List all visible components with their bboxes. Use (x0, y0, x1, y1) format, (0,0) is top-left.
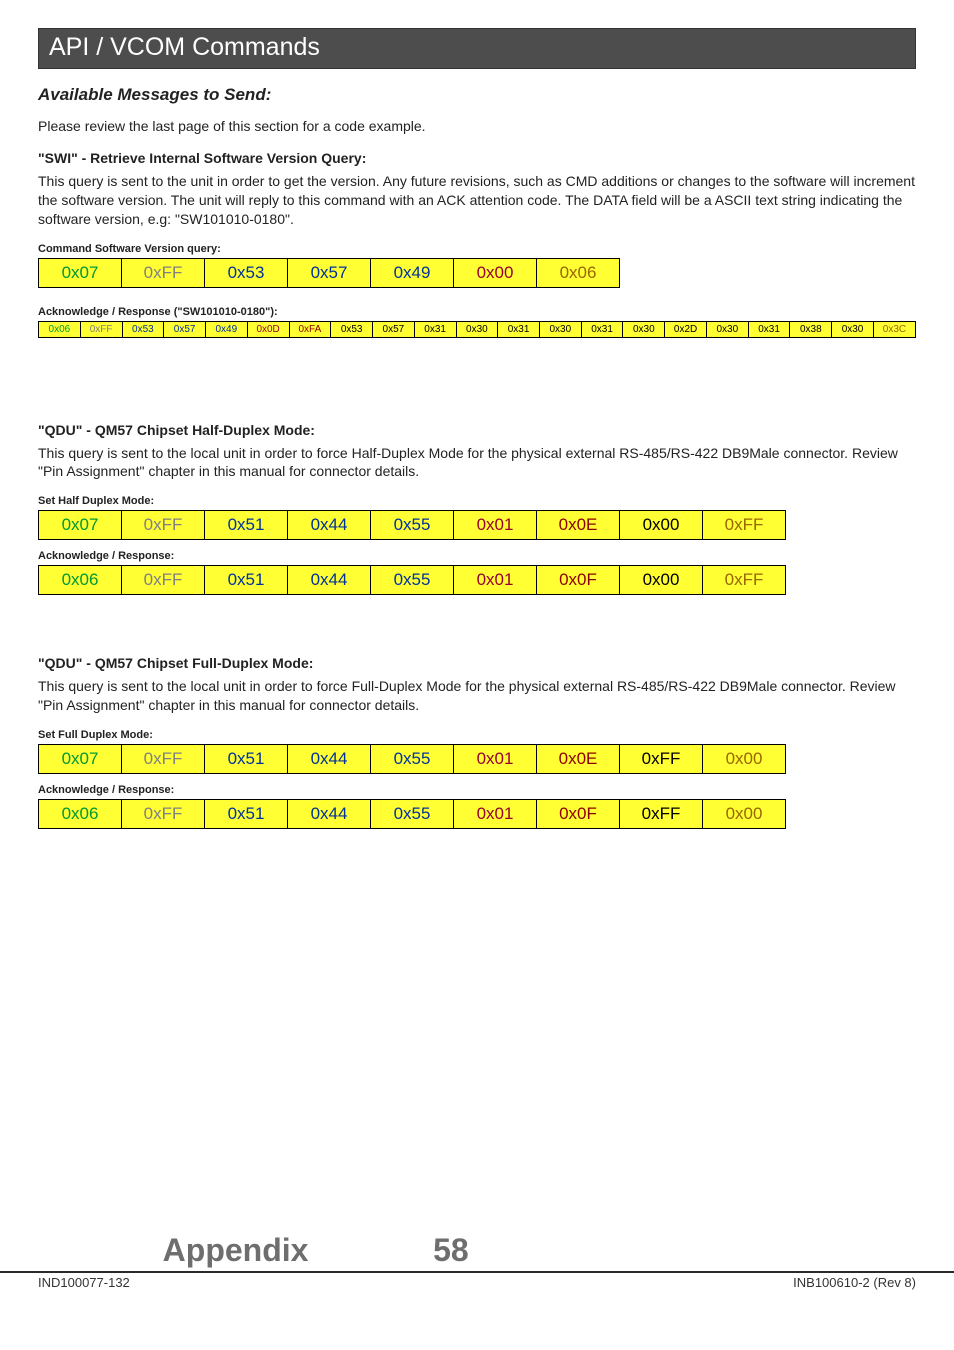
swi-cmd-bytes: 0x070xFF0x530x570x490x000x06 (38, 258, 620, 288)
byte-cell: 0x01 (454, 745, 537, 774)
swi-body: This query is sent to the unit in order … (38, 172, 916, 229)
byte-cell: 0x00 (620, 566, 703, 595)
swi-ack-label: Acknowledge / Response ("SW101010-0180")… (38, 306, 916, 318)
byte-cell: 0x44 (288, 511, 371, 540)
byte-cell: 0xFF (620, 745, 703, 774)
footer-appendix: Appendix (38, 1232, 433, 1269)
byte-cell: 0xFF (122, 800, 205, 829)
qdu-half-heading: "QDU" - QM57 Chipset Half-Duplex Mode: (38, 422, 916, 438)
byte-cell: 0xFF (620, 800, 703, 829)
byte-cell: 0x0D (247, 321, 289, 337)
byte-cell: 0x51 (205, 511, 288, 540)
swi-ack-bytes: 0x060xFF0x530x570x490x0D0xFA0x530x570x31… (38, 321, 916, 338)
qdu-half-ack-label: Acknowledge / Response: (38, 550, 916, 562)
byte-cell: 0x30 (832, 321, 874, 337)
byte-cell: 0x55 (371, 745, 454, 774)
byte-cell: 0xFF (122, 566, 205, 595)
byte-cell: 0x00 (703, 800, 786, 829)
swi-heading: "SWI" - Retrieve Internal Software Versi… (38, 150, 916, 166)
byte-cell: 0x07 (39, 258, 122, 287)
page-title-bar: API / VCOM Commands (38, 28, 916, 69)
byte-cell: 0x31 (748, 321, 790, 337)
byte-cell: 0x06 (39, 800, 122, 829)
qdu-full-heading: "QDU" - QM57 Chipset Full-Duplex Mode: (38, 655, 916, 671)
byte-cell: 0x44 (288, 566, 371, 595)
qdu-full-body: This query is sent to the local unit in … (38, 677, 916, 715)
footer-right-id: INB100610-2 (Rev 8) (793, 1275, 916, 1290)
byte-cell: 0xFA (289, 321, 331, 337)
byte-cell: 0x2D (665, 321, 707, 337)
byte-cell: 0x0E (537, 511, 620, 540)
footer-page-number: 58 (433, 1232, 469, 1269)
byte-cell: 0x0F (537, 800, 620, 829)
byte-cell: 0x57 (373, 321, 415, 337)
byte-cell: 0x51 (205, 745, 288, 774)
qdu-full-cmd-label: Set Full Duplex Mode: (38, 729, 916, 741)
page-title: API / VCOM Commands (49, 33, 905, 62)
byte-cell: 0x00 (454, 258, 537, 287)
qdu-half-cmd-label: Set Half Duplex Mode: (38, 495, 916, 507)
qdu-half-cmd-bytes: 0x070xFF0x510x440x550x010x0E0x000xFF (38, 510, 786, 540)
byte-cell: 0x01 (454, 566, 537, 595)
qdu-full-ack-bytes: 0x060xFF0x510x440x550x010x0F0xFF0x00 (38, 799, 786, 829)
byte-cell: 0x51 (205, 566, 288, 595)
byte-cell: 0x07 (39, 745, 122, 774)
byte-cell: 0x30 (706, 321, 748, 337)
byte-cell: 0x00 (703, 745, 786, 774)
byte-cell: 0x01 (454, 511, 537, 540)
byte-cell: 0x51 (205, 800, 288, 829)
byte-cell: 0x31 (414, 321, 456, 337)
byte-cell: 0x44 (288, 745, 371, 774)
qdu-half-ack-bytes: 0x060xFF0x510x440x550x010x0F0x000xFF (38, 565, 786, 595)
byte-cell: 0xFF (80, 321, 122, 337)
byte-cell: 0x30 (623, 321, 665, 337)
page-footer: Appendix 58 IND100077-132 INB100610-2 (R… (0, 1232, 954, 1290)
byte-cell: 0x30 (539, 321, 581, 337)
swi-cmd-label: Command Software Version query: (38, 243, 916, 255)
byte-cell: 0x06 (39, 566, 122, 595)
section-subhead: Available Messages to Send: (38, 85, 916, 105)
byte-cell: 0x55 (371, 511, 454, 540)
byte-cell: 0x38 (790, 321, 832, 337)
byte-cell: 0x07 (39, 511, 122, 540)
byte-cell: 0x00 (620, 511, 703, 540)
byte-cell: 0x49 (371, 258, 454, 287)
byte-cell: 0xFF (122, 745, 205, 774)
byte-cell: 0x06 (39, 321, 81, 337)
byte-cell: 0x53 (205, 258, 288, 287)
byte-cell: 0x31 (498, 321, 540, 337)
byte-cell: 0xFF (122, 511, 205, 540)
byte-cell: 0x30 (456, 321, 498, 337)
intro-text: Please review the last page of this sect… (38, 117, 916, 136)
byte-cell: 0x06 (537, 258, 620, 287)
byte-cell: 0xFF (703, 566, 786, 595)
byte-cell: 0xFF (703, 511, 786, 540)
byte-cell: 0x01 (454, 800, 537, 829)
byte-cell: 0x0F (537, 566, 620, 595)
byte-cell: 0x55 (371, 800, 454, 829)
footer-left-id: IND100077-132 (38, 1275, 130, 1290)
byte-cell: 0x55 (371, 566, 454, 595)
qdu-full-cmd-bytes: 0x070xFF0x510x440x550x010x0E0xFF0x00 (38, 744, 786, 774)
byte-cell: 0x57 (288, 258, 371, 287)
byte-cell: 0x49 (205, 321, 247, 337)
byte-cell: 0x3C (873, 321, 915, 337)
byte-cell: 0x57 (164, 321, 206, 337)
byte-cell: 0x53 (331, 321, 373, 337)
byte-cell: 0x0E (537, 745, 620, 774)
byte-cell: 0x53 (122, 321, 164, 337)
byte-cell: 0xFF (122, 258, 205, 287)
qdu-full-ack-label: Acknowledge / Response: (38, 784, 916, 796)
qdu-half-body: This query is sent to the local unit in … (38, 444, 916, 482)
byte-cell: 0x31 (581, 321, 623, 337)
byte-cell: 0x44 (288, 800, 371, 829)
